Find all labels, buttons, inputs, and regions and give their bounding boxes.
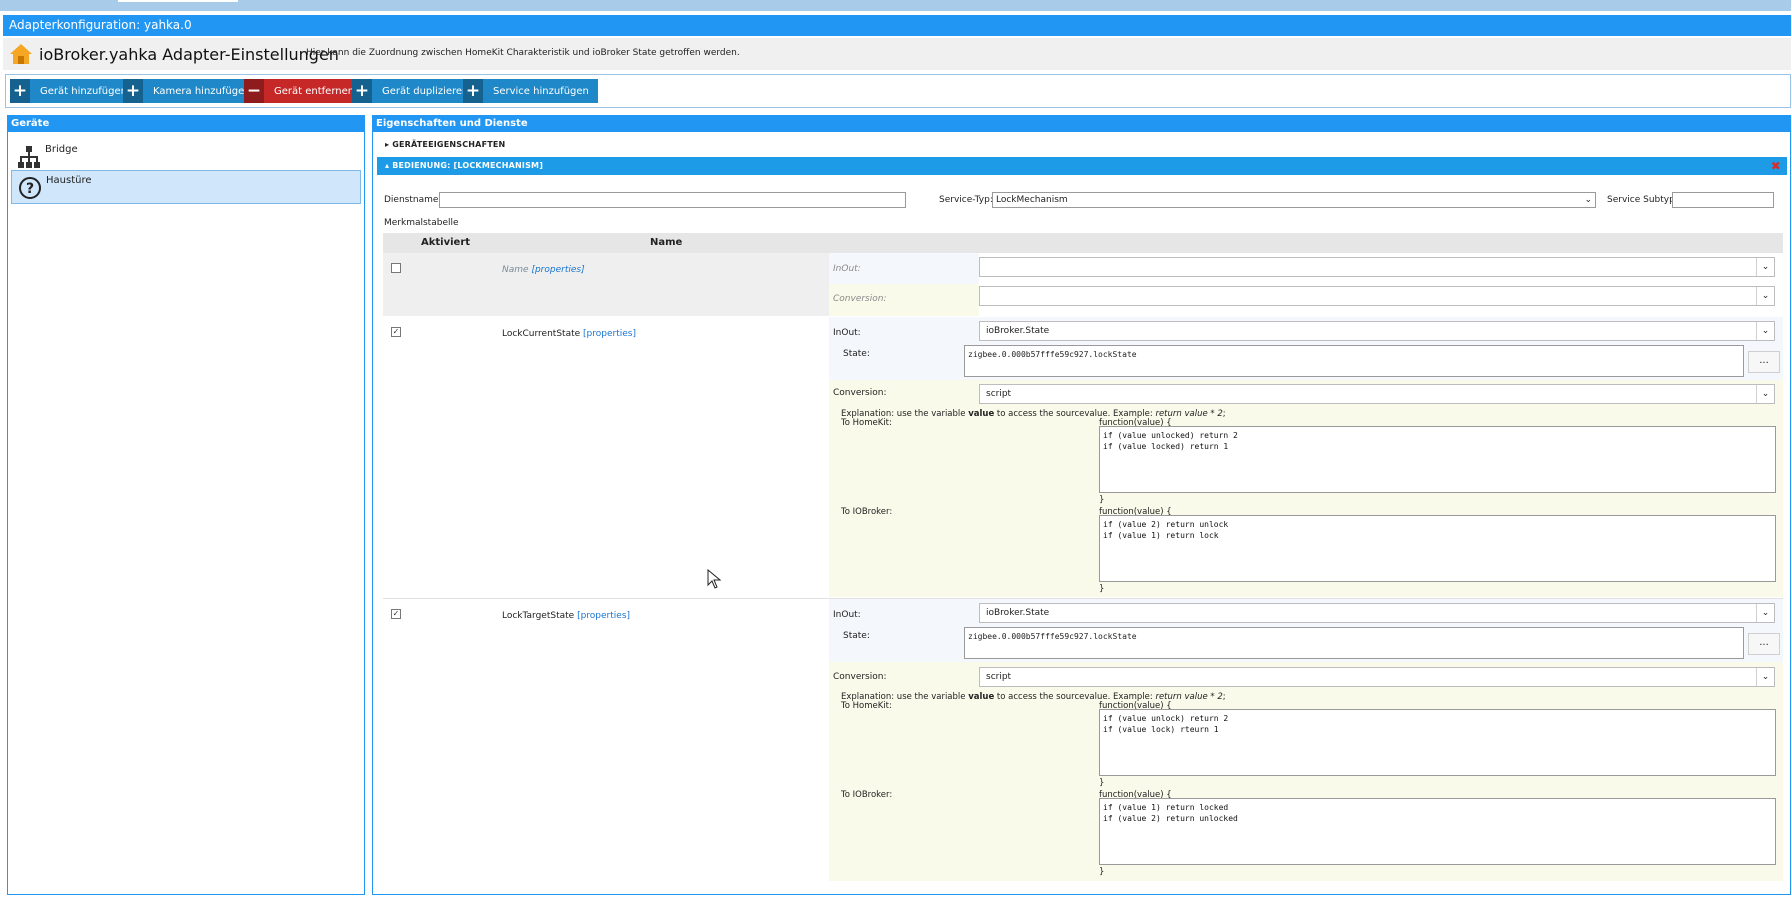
chevron-down-icon: ⌄ (1756, 385, 1774, 403)
properties-link[interactable]: [properties] (531, 265, 584, 275)
device-label: Haustüre (46, 175, 92, 186)
device-label: Bridge (45, 144, 78, 155)
state-input[interactable]: zigbee.0.000b57fffe59c927.lockState (964, 627, 1744, 659)
to-iobroker-code[interactable]: if (value 1) return locked if (value 2) … (1099, 798, 1776, 865)
browser-strip (0, 0, 1791, 11)
col-activated: Aktiviert (421, 237, 471, 248)
to-iobroker-code[interactable]: if (value 2) return unlock if (value 1) … (1099, 515, 1776, 582)
network-tree-icon (18, 146, 40, 168)
col-name: Name (650, 237, 683, 248)
toolbar: + Gerät hinzufügen + Kamera hinzufügen − Ge… (5, 74, 1791, 108)
plus-icon: + (463, 79, 483, 103)
row-right-cell: ⌄ ⌄ (979, 253, 1783, 316)
service-type-select[interactable]: LockMechanism ⌄ (992, 192, 1596, 208)
inout-select[interactable]: ioBroker.State ⌄ (979, 321, 1775, 341)
active-tab-indicator (118, 0, 238, 2)
to-homekit-label: To HomeKit: (841, 418, 892, 428)
plus-icon: + (10, 79, 30, 103)
function-close: } (1099, 584, 1105, 594)
to-homekit-code[interactable]: if (value unlock) return 2 if (value loc… (1099, 709, 1776, 776)
enable-checkbox[interactable] (391, 263, 401, 273)
inout-label-cell: InOut: State: (829, 599, 979, 662)
app-header: ioBroker.yahka Adapter-Einstellungen Hie… (3, 38, 1791, 70)
properties-link[interactable]: [properties] (577, 611, 630, 621)
close-icon[interactable]: ✖ (1771, 157, 1781, 175)
add-device-button[interactable]: + Gerät hinzufügen (10, 79, 136, 103)
characteristic-name: LockTargetState [properties] (502, 611, 631, 621)
device-item-bridge[interactable]: Bridge (11, 140, 361, 174)
service-subtype-input[interactable] (1672, 192, 1774, 208)
chevron-down-icon: ⌄ (1756, 258, 1774, 276)
characteristic-name: LockCurrentState [properties] (502, 329, 636, 339)
app-title: ioBroker.yahka Adapter-Einstellungen (39, 45, 339, 64)
add-camera-button[interactable]: + Kamera hinzufügen (123, 79, 260, 103)
state-browse-button[interactable]: ... (1748, 633, 1780, 655)
add-service-button[interactable]: + Service hinzufügen (463, 79, 598, 103)
characteristic-name: Name [properties] (502, 265, 585, 275)
device-item-haustuere[interactable]: ? Haustüre (11, 170, 361, 204)
service-name-input[interactable] (439, 192, 906, 208)
properties-panel: Eigenschaften und Dienste ▸ GERÄTEEIGENS… (372, 115, 1791, 895)
question-circle-icon: ? (19, 177, 41, 199)
inout-select[interactable]: ⌄ (979, 257, 1775, 277)
chevron-down-icon: ⌄ (1756, 604, 1774, 622)
function-close: } (1099, 778, 1105, 788)
table-header: Aktiviert Name (383, 233, 1783, 253)
table-row: Name [properties] InOut: Conversion: ⌄ ⌄ (383, 253, 1783, 316)
inout-select[interactable]: ioBroker.State ⌄ (979, 603, 1775, 623)
conversion-select[interactable]: script ⌄ (979, 384, 1775, 404)
state-browse-button[interactable]: ... (1748, 351, 1780, 373)
function-close: } (1099, 867, 1105, 877)
app-description: Hier kann die Zuordnung zwischen HomeKit… (306, 48, 740, 58)
mouse-cursor-icon (707, 569, 721, 589)
home-icon (10, 44, 32, 64)
devices-panel-title: Geräte (8, 116, 364, 132)
section-device-properties[interactable]: ▸ GERÄTEEIGENSCHAFTEN (377, 136, 1787, 154)
service-type-value: LockMechanism (996, 195, 1068, 205)
chevron-down-icon: ⌄ (1756, 668, 1774, 686)
table-row: ✓ LockCurrentState [properties] InOut: S… (383, 317, 1783, 597)
conversion-label-cell: Conversion: (829, 284, 979, 316)
chevron-down-icon: ⌄ (1756, 287, 1774, 305)
properties-link[interactable]: [properties] (583, 329, 636, 339)
to-homekit-label: To HomeKit: (841, 701, 892, 711)
window-title: Adapterkonfiguration: yahka.0 (3, 15, 1791, 36)
svg-text:?: ? (26, 181, 34, 197)
table-row: ✓ LockTargetState [properties] InOut: St… (383, 599, 1783, 881)
inout-label-cell: InOut: State: (829, 317, 979, 380)
duplicate-device-button[interactable]: + Gerät duplizieren (352, 79, 478, 103)
conversion-select[interactable]: script ⌄ (979, 667, 1775, 687)
chevron-down-icon: ⌄ (1756, 322, 1774, 340)
plus-icon: + (123, 79, 143, 103)
service-type-label: Service-Typ: (939, 195, 993, 205)
to-homekit-code[interactable]: if (value unlocked) return 2 if (value l… (1099, 426, 1776, 493)
chevron-down-icon: ⌄ (1584, 195, 1592, 205)
service-name-label: Dienstname: (384, 195, 442, 205)
plus-icon: + (352, 79, 372, 103)
function-close: } (1099, 495, 1105, 505)
to-iobroker-label: To IOBroker: (841, 507, 893, 517)
devices-panel: Geräte Bridge ? Haustüre (7, 115, 365, 895)
to-iobroker-label: To IOBroker: (841, 790, 893, 800)
inout-label-cell: InOut: (829, 253, 979, 284)
enable-checkbox[interactable]: ✓ (391, 327, 401, 337)
characteristics-table-label: Merkmalstabelle (384, 218, 459, 228)
state-input[interactable]: zigbee.0.000b57fffe59c927.lockState (964, 345, 1744, 377)
characteristics-table: Aktiviert Name Name [properties] InOut: … (383, 233, 1783, 894)
remove-device-button[interactable]: − Gerät entfernen (244, 79, 364, 103)
properties-panel-title: Eigenschaften und Dienste (373, 116, 1790, 132)
enable-checkbox[interactable]: ✓ (391, 609, 401, 619)
service-subtype-label: Service Subtyp: (1607, 195, 1678, 205)
conversion-select[interactable]: ⌄ (979, 286, 1775, 306)
minus-icon: − (244, 79, 264, 103)
section-service-lockmechanism[interactable]: ▴ BEDIENUNG: [LOCKMECHANISM] ✖ (377, 157, 1787, 175)
